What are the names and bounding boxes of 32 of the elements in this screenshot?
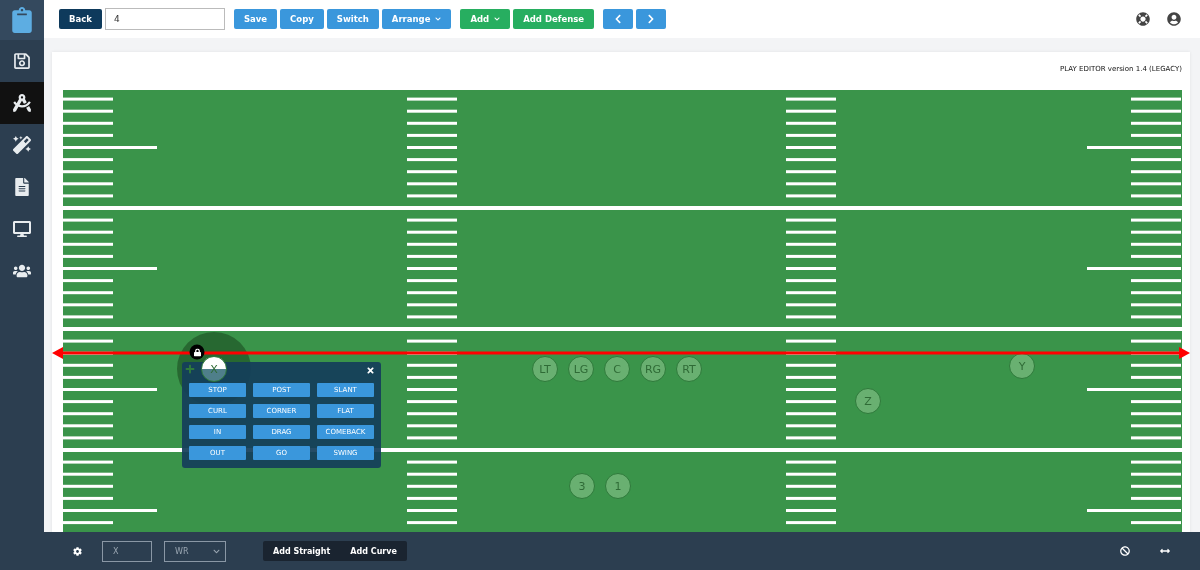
arrows-icon[interactable]	[1160, 546, 1170, 556]
clipboard-icon	[9, 7, 35, 33]
users-icon	[13, 262, 31, 280]
play-name-field[interactable]: 4	[104, 8, 225, 30]
dropdown-button[interactable]: Arrange	[381, 9, 452, 29]
save-icon	[13, 52, 31, 70]
caret-icon	[435, 16, 442, 22]
settings-icon[interactable]	[73, 546, 82, 556]
monitor-icon	[13, 220, 31, 238]
toolbar-button[interactable]: Switch	[326, 9, 379, 29]
toolbar-button[interactable]: Save	[233, 9, 278, 29]
wand-icon	[13, 136, 31, 154]
add-route-button[interactable]: Add Curve	[340, 541, 407, 561]
add-route-button[interactable]: Add Straight	[263, 541, 341, 561]
chevron-left-icon	[613, 14, 624, 24]
file-icon	[13, 178, 31, 196]
toolbar-button[interactable]: Copy	[280, 9, 324, 29]
help-icon[interactable]	[1136, 12, 1150, 26]
caret-icon	[494, 16, 501, 22]
compass-icon	[13, 94, 31, 112]
toolbar-button[interactable]: Add Defense	[513, 9, 595, 29]
sidebar-item[interactable]	[0, 82, 44, 124]
toolbar-button[interactable]: Back	[59, 9, 102, 29]
position-select[interactable]: WR	[164, 540, 226, 562]
ban-icon[interactable]	[1120, 546, 1130, 556]
caret-icon	[213, 547, 220, 555]
next-button[interactable]	[636, 9, 667, 29]
user-icon[interactable]	[1167, 12, 1181, 26]
dropdown-button[interactable]: Add	[460, 9, 511, 29]
previous-button[interactable]	[603, 9, 634, 29]
label-field[interactable]: X	[102, 540, 152, 562]
close-icon[interactable]	[366, 366, 375, 375]
